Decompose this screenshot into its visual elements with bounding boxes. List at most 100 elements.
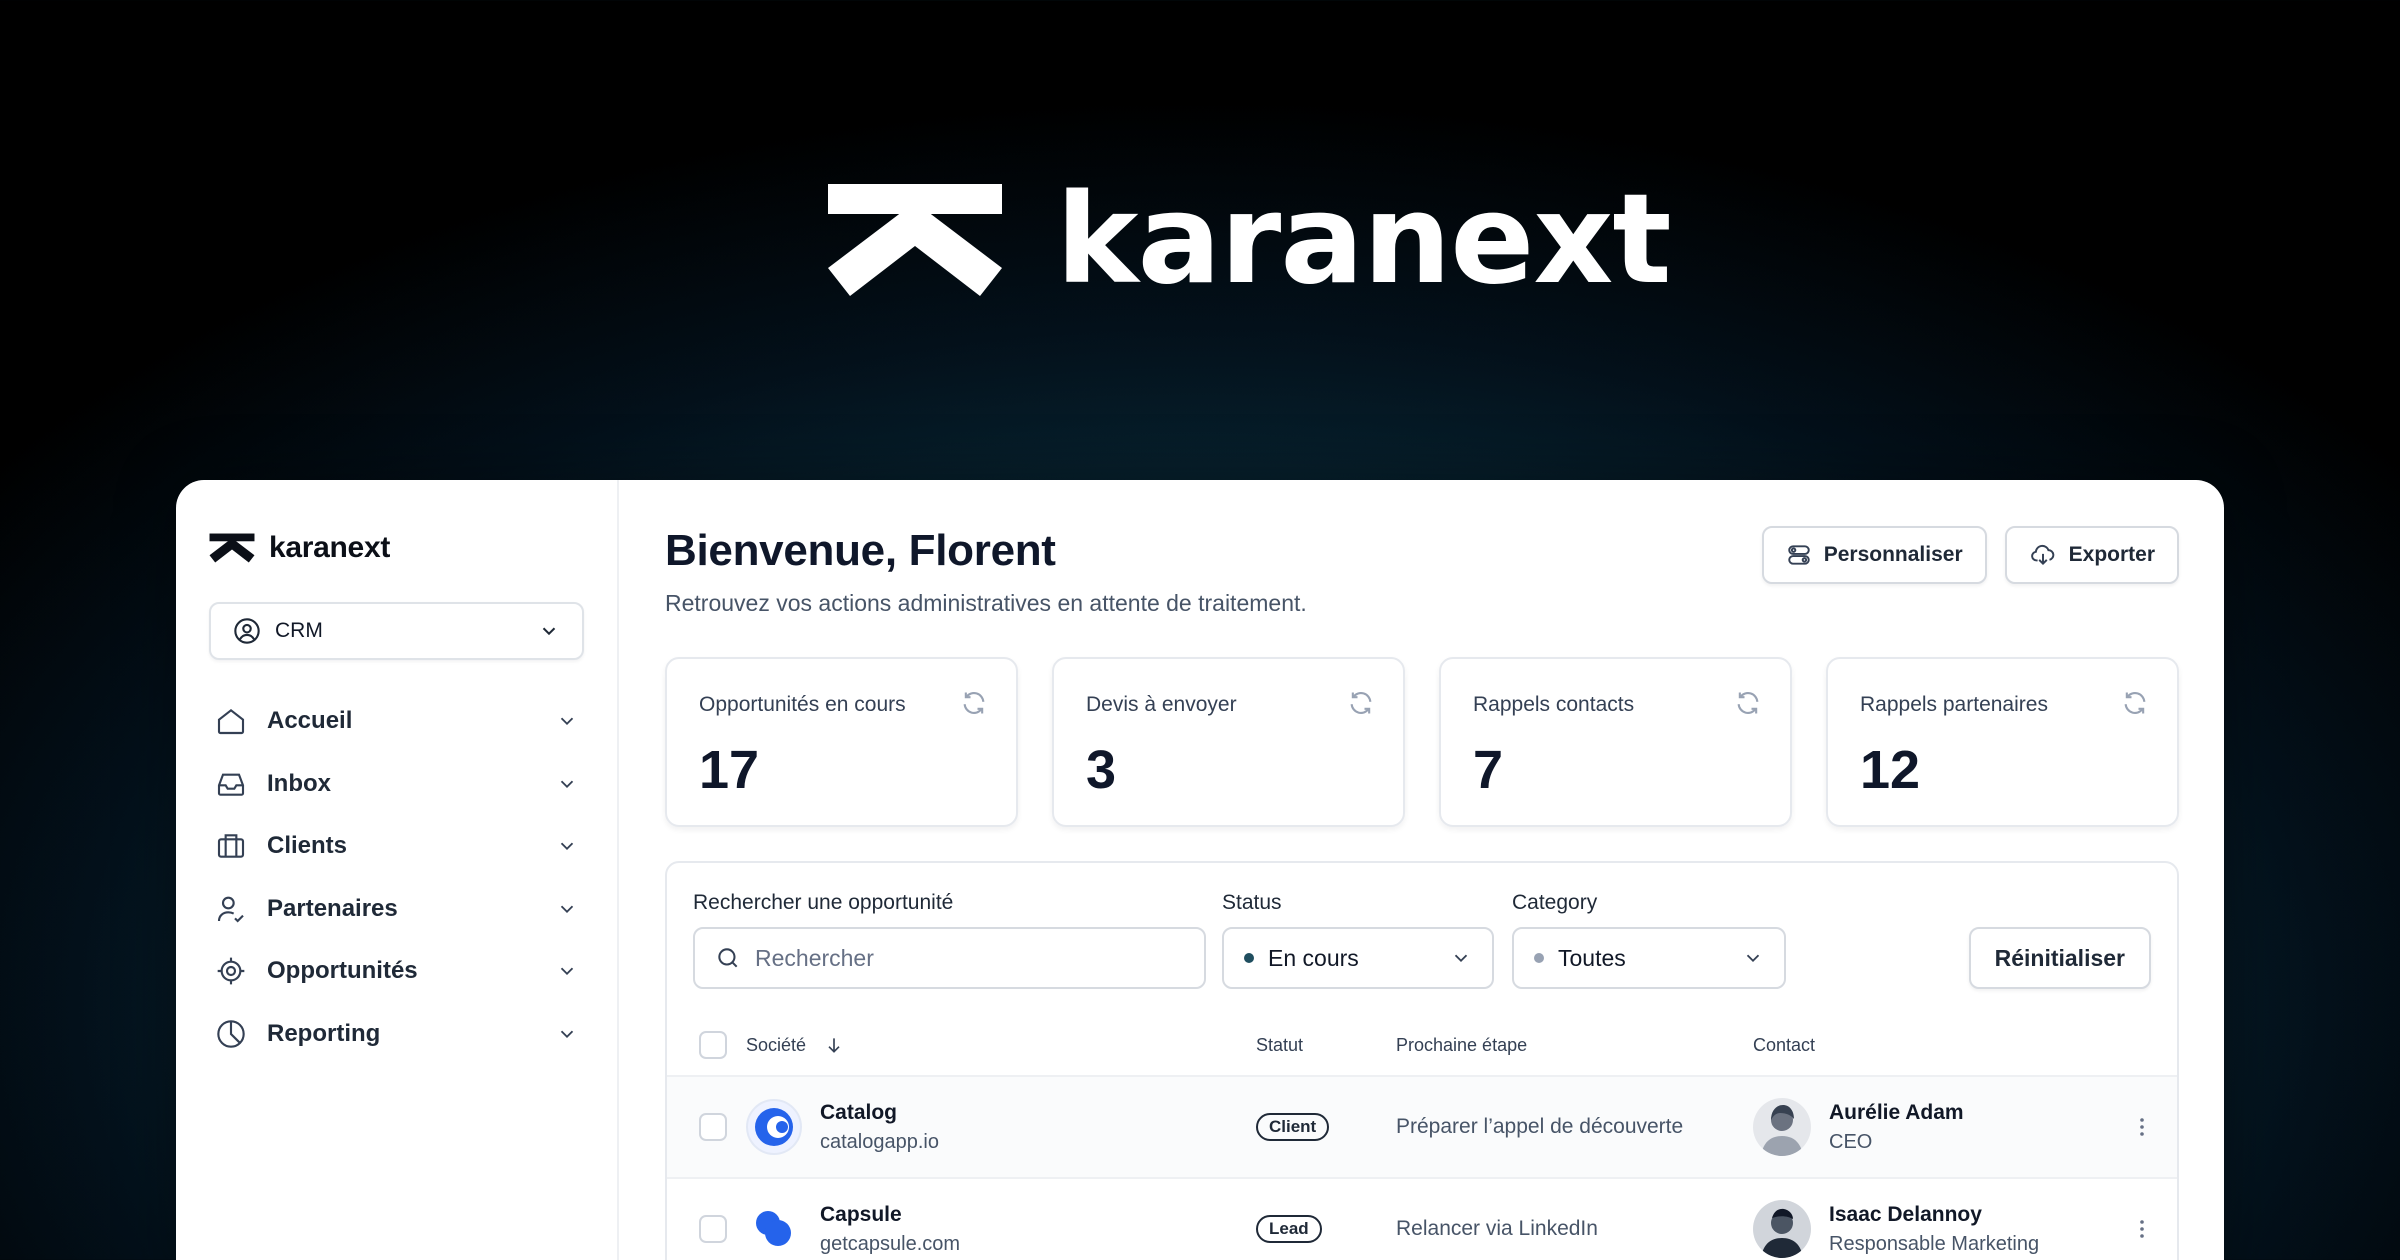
- chevron-down-icon[interactable]: [556, 1023, 578, 1045]
- stat-card: Rappels contacts 7: [1439, 657, 1792, 827]
- table-header: Société Statut Prochaine étape Contact: [667, 1015, 2177, 1077]
- cloud-download-icon: [2030, 544, 2054, 566]
- customize-button-label: Personnaliser: [1823, 543, 1963, 566]
- company-name[interactable]: Capsule: [820, 1203, 960, 1227]
- company-name[interactable]: Catalog: [820, 1101, 939, 1125]
- sort-company-header[interactable]: Société: [746, 1035, 1256, 1056]
- sidebar-item-accueil[interactable]: Accueil: [209, 690, 584, 753]
- target-icon: [217, 957, 245, 985]
- category-dot: [1534, 953, 1544, 963]
- chevron-down-icon: [1746, 954, 1760, 963]
- more-vertical-icon[interactable]: [2130, 1113, 2154, 1141]
- select-all-checkbox[interactable]: [699, 1031, 727, 1059]
- opportunities-panel: Rechercher une opportunité Rechercher St…: [665, 861, 2179, 1260]
- status-dot: [1244, 953, 1254, 963]
- row-checkbox[interactable]: [699, 1113, 727, 1141]
- status-group: Status En cours: [1222, 891, 1512, 989]
- sidebar-item-opportunites[interactable]: Opportunités: [209, 940, 584, 1003]
- sidebar-item-partenaires[interactable]: Partenaires: [209, 878, 584, 941]
- export-button-label: Exporter: [2068, 543, 2155, 566]
- sidebar: karanext CRM Accueil Inbox Clients Parte…: [176, 480, 619, 1260]
- sidebar-item-label: Partenaires: [267, 894, 398, 922]
- more-vertical-icon[interactable]: [2130, 1215, 2154, 1243]
- inbox-icon: [217, 773, 245, 796]
- karanext-logo-icon: [209, 533, 255, 563]
- customize-button[interactable]: Personnaliser: [1761, 526, 1987, 584]
- user-circle-icon: [234, 618, 260, 644]
- category-select[interactable]: Toutes: [1512, 927, 1786, 989]
- page-header: Bienvenue, Florent Retrouvez vos actions…: [665, 526, 2179, 617]
- sidebar-item-label: Clients: [267, 832, 348, 860]
- filters-bar: Rechercher une opportunité Rechercher St…: [667, 863, 2177, 989]
- sidebar-item-inbox[interactable]: Inbox: [209, 753, 584, 816]
- column-header-next-step: Prochaine étape: [1396, 1034, 1528, 1055]
- sidebar-nav: Accueil Inbox Clients Partenaires Opport: [209, 690, 584, 1065]
- table-row[interactable]: Catalog catalogapp.io Client Préparer l’…: [667, 1077, 2177, 1179]
- app-window: karanext CRM Accueil Inbox Clients Parte…: [176, 480, 2224, 1260]
- hero-logo: karanext: [826, 170, 1672, 310]
- export-button[interactable]: Exporter: [2004, 526, 2179, 584]
- stat-label: Opportunités en cours: [699, 693, 906, 716]
- refresh-icon[interactable]: [2121, 689, 2149, 717]
- search-icon: [718, 948, 738, 968]
- karanext-logo-icon: [828, 184, 1002, 296]
- chevron-down-icon[interactable]: [556, 960, 578, 982]
- sidebar-item-label: Opportunités: [267, 957, 418, 985]
- settings-toggle-icon: [1788, 545, 1810, 565]
- company-domain: getcapsule.com: [820, 1232, 961, 1255]
- stats-row: Opportunités en cours 17 Devis à envoyer…: [665, 657, 2179, 827]
- column-header-contact: Contact: [1753, 1034, 1816, 1055]
- module-select-value: CRM: [275, 619, 323, 642]
- status-select[interactable]: En cours: [1222, 927, 1494, 989]
- briefcase-icon: [217, 834, 245, 858]
- avatar: [1753, 1098, 1811, 1156]
- page-subtitle: Retrouvez vos actions administratives en…: [665, 590, 1307, 616]
- next-step: Relancer via LinkedIn: [1396, 1217, 1598, 1240]
- category-select-value: Toutes: [1558, 944, 1626, 971]
- stat-label: Devis à envoyer: [1086, 693, 1237, 716]
- chevron-down-icon[interactable]: [556, 773, 578, 795]
- chevron-down-icon[interactable]: [556, 710, 578, 732]
- stat-value: 3: [1086, 740, 1117, 800]
- module-select[interactable]: CRM: [209, 602, 584, 660]
- refresh-icon[interactable]: [960, 689, 988, 717]
- sidebar-item-clients[interactable]: Clients: [209, 815, 584, 878]
- row-checkbox[interactable]: [699, 1215, 727, 1243]
- avatar: [1753, 1200, 1811, 1258]
- main-content: Bienvenue, Florent Retrouvez vos actions…: [619, 480, 2224, 1260]
- refresh-icon[interactable]: [1734, 689, 1762, 717]
- page-title: Bienvenue, Florent: [665, 526, 1056, 575]
- stat-value: 17: [699, 740, 760, 800]
- column-header-company: Société: [746, 1034, 807, 1055]
- search-label: Rechercher une opportunité: [693, 891, 954, 914]
- arrow-down-icon: [828, 1038, 840, 1053]
- chevron-down-icon: [1454, 954, 1468, 963]
- table-row[interactable]: Capsule getcapsule.com Lead Relancer via…: [667, 1179, 2177, 1260]
- stat-card: Opportunités en cours 17: [665, 657, 1018, 827]
- chevron-down-icon[interactable]: [556, 835, 578, 857]
- sidebar-brand[interactable]: karanext: [209, 528, 584, 568]
- sidebar-item-reporting[interactable]: Reporting: [209, 1003, 584, 1066]
- chevron-down-icon: [542, 627, 556, 636]
- status-filter-label: Status: [1222, 891, 1282, 914]
- search-input[interactable]: Rechercher: [693, 927, 1206, 989]
- capsule-logo-icon: [746, 1201, 802, 1257]
- stat-card: Devis à envoyer 3: [1052, 657, 1405, 827]
- stat-card: Rappels partenaires 12: [1826, 657, 2179, 827]
- chevron-down-icon[interactable]: [556, 898, 578, 920]
- reset-button[interactable]: Réinitialiser: [1968, 927, 2151, 989]
- category-group: Category Toutes: [1512, 891, 1786, 989]
- contact-name[interactable]: Isaac Delannoy: [1829, 1203, 2039, 1227]
- contact-name[interactable]: Aurélie Adam: [1829, 1101, 1964, 1125]
- sidebar-item-label: Reporting: [267, 1019, 381, 1047]
- hero-brand-name: karanext: [1056, 168, 1672, 312]
- next-step: Préparer l’appel de découverte: [1396, 1115, 1684, 1138]
- refresh-icon[interactable]: [1347, 689, 1375, 717]
- stat-value: 7: [1473, 740, 1504, 800]
- sidebar-brand-name: karanext: [269, 531, 391, 564]
- category-filter-label: Category: [1512, 891, 1598, 914]
- sidebar-item-label: Inbox: [267, 769, 331, 797]
- contact-role: Responsable Marketing: [1829, 1232, 2040, 1255]
- status-badge: Client: [1256, 1113, 1330, 1141]
- stat-value: 12: [1860, 740, 1921, 800]
